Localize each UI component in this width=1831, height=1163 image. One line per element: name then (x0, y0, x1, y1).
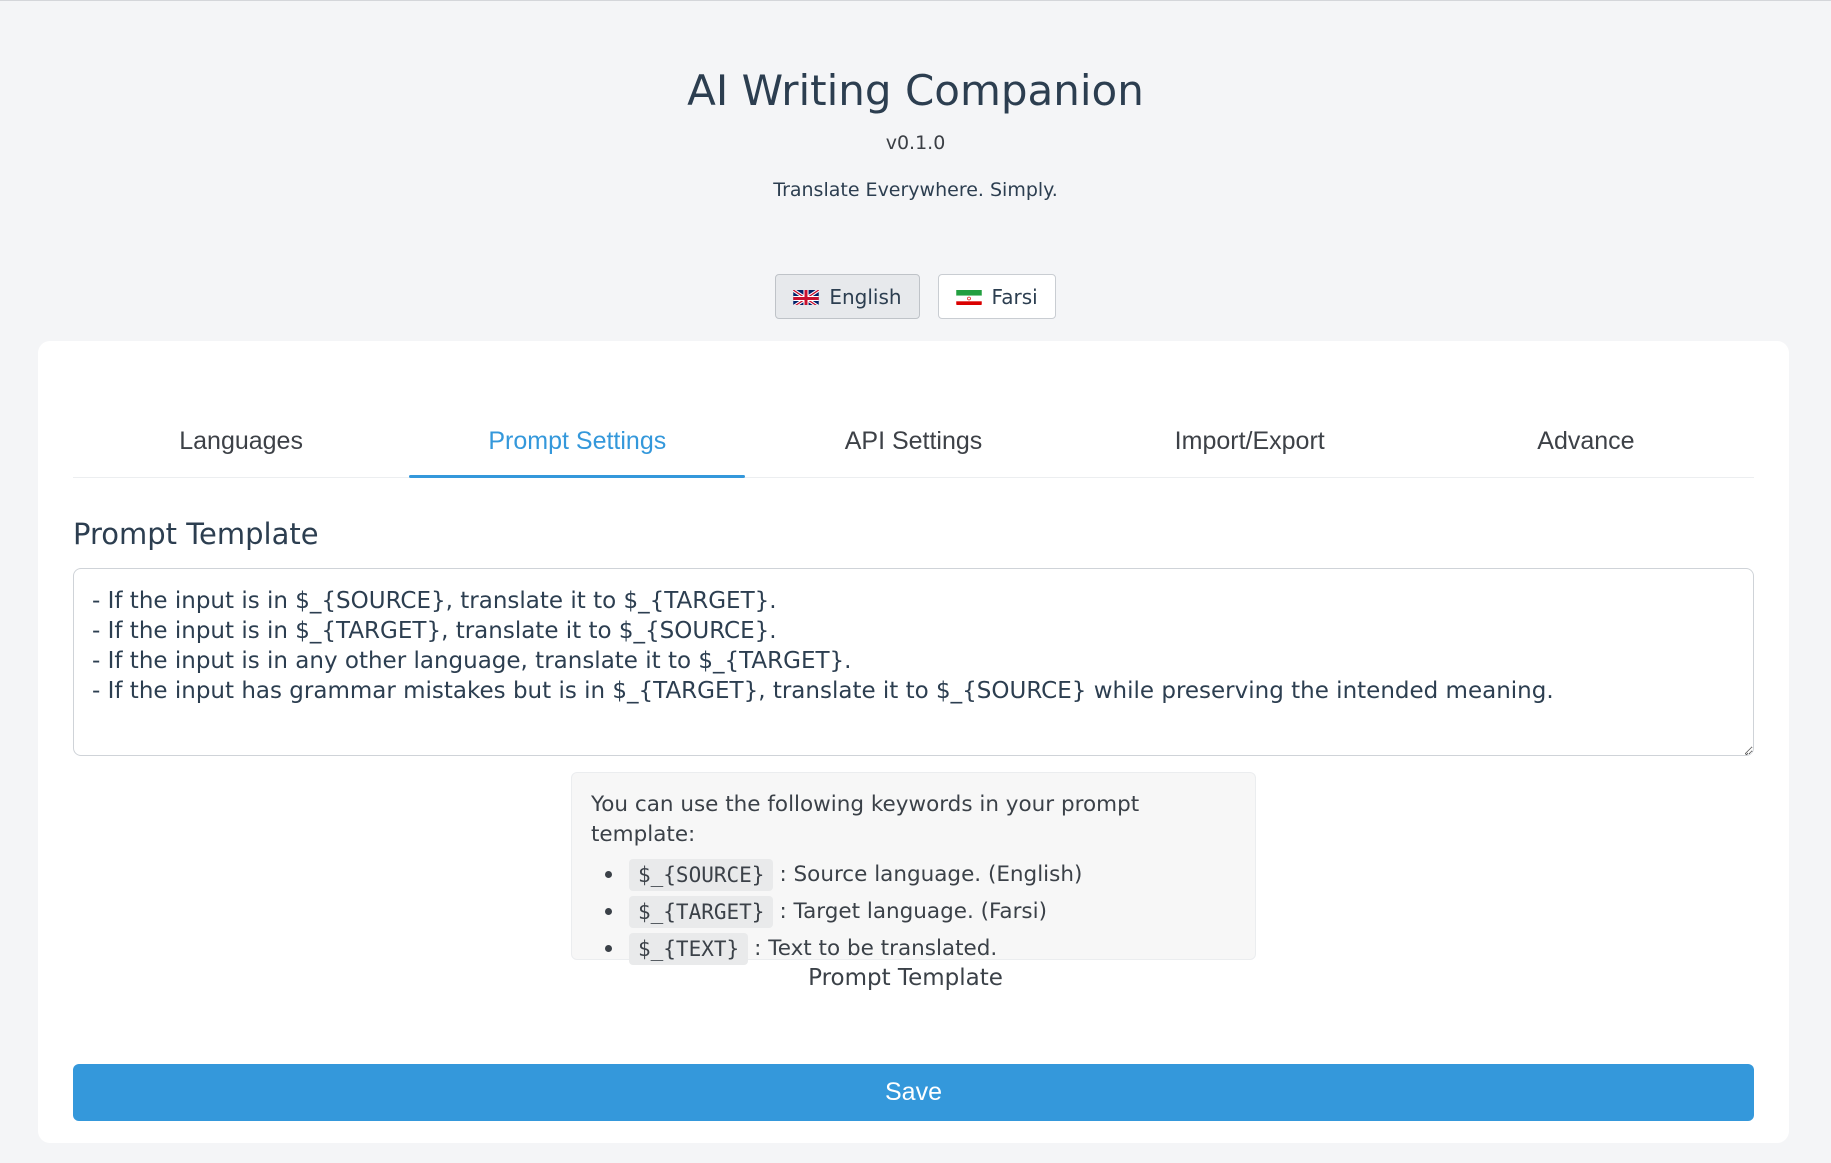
prompt-template-heading: Prompt Template (73, 517, 319, 551)
keyword-description: : Target language. (Farsi) (779, 899, 1047, 924)
prompt-line: - If the input is in any other language,… (92, 648, 852, 674)
app-header: AI Writing Companion v0.1.0 Translate Ev… (0, 1, 1831, 202)
prompt-line: - If the input has grammar mistakes but … (92, 678, 1554, 704)
prompt-template-textarea[interactable]: - If the input is in $_{SOURCE}, transla… (73, 568, 1754, 756)
prompt-line: - If the input is in $_{TARGET}, transla… (92, 618, 777, 644)
tab-advance[interactable]: Advance (1418, 421, 1754, 477)
keyword-description: : Source language. (English) (779, 862, 1083, 887)
save-button[interactable]: Save (73, 1064, 1754, 1121)
bullet-icon (605, 908, 612, 915)
keyword-code: $_{TARGET} (629, 895, 774, 928)
prompt-template-caption: Prompt Template (38, 961, 1789, 995)
uk-flag-icon (793, 288, 820, 305)
keyword-help-intro: You can use the following keywords in yo… (591, 792, 1140, 847)
bullet-icon (605, 871, 612, 878)
tab-languages[interactable]: Languages (73, 421, 409, 477)
keyword-help-box: You can use the following keywords in yo… (571, 772, 1256, 965)
list-item: $_{TARGET} : Target language. (Farsi) (591, 893, 1236, 930)
english-language-label: English (829, 284, 902, 309)
bullet-icon (605, 945, 612, 952)
app-tagline: Translate Everywhere. Simply. (773, 179, 1058, 201)
prompt-line: - If the input is in $_{SOURCE}, transla… (92, 588, 777, 614)
tab-prompt-settings[interactable]: Prompt Settings (409, 421, 746, 478)
list-item: $_{SOURCE} : Source language. (English) (591, 856, 1236, 893)
settings-card: Languages Prompt Settings API Settings I… (38, 341, 1789, 1143)
english-language-button[interactable]: English (775, 274, 920, 319)
app-title: AI Writing Companion (687, 66, 1144, 115)
iran-flag-icon (955, 288, 982, 305)
keyword-description: : Text to be translated. (754, 936, 998, 961)
prompt-template-caption-text: Prompt Template (808, 965, 1003, 991)
keyword-code: $_{TEXT} (629, 932, 749, 965)
tab-import-export[interactable]: Import/Export (1082, 421, 1418, 477)
keyword-code: $_{SOURCE} (629, 858, 774, 891)
farsi-language-button[interactable]: Farsi (937, 274, 1056, 319)
ui-language-switcher: English Farsi (0, 274, 1831, 319)
tab-api-settings[interactable]: API Settings (745, 421, 1081, 477)
resize-handle-icon[interactable] (1737, 740, 1749, 755)
app-version: v0.1.0 (885, 132, 946, 154)
settings-tabs: Languages Prompt Settings API Settings I… (73, 421, 1754, 478)
keyword-list: $_{SOURCE} : Source language. (English) … (591, 856, 1236, 967)
farsi-language-label: Farsi (991, 284, 1038, 309)
